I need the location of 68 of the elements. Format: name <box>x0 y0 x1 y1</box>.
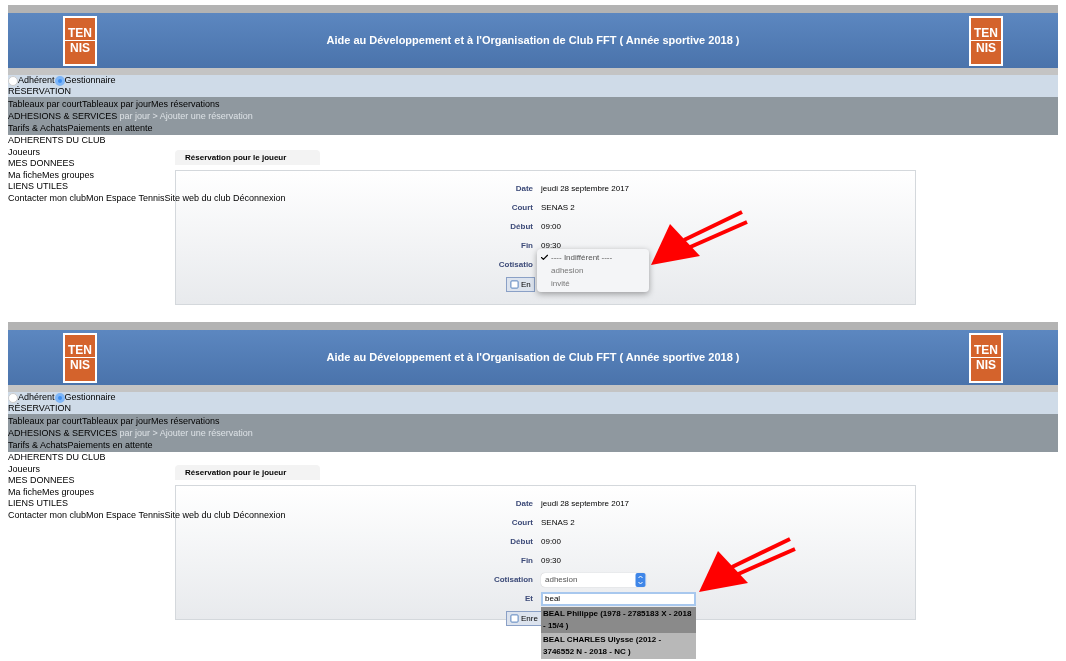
search-field[interactable]: beal <box>541 591 696 606</box>
field-label: Cotisation <box>492 573 534 586</box>
menu-link-line[interactable]: Contacter mon clubMon Espace TennisSite web du club Déconnexion <box>8 192 286 204</box>
menu-heading: LIENS UTILES <box>8 181 69 193</box>
field-label: Date <box>514 182 534 195</box>
field-label: Fin <box>520 239 534 252</box>
radio-label: Adhérent <box>18 75 55 86</box>
stepper-icon <box>635 572 646 587</box>
menu-heading: ADHERENTS DU CLUB <box>8 135 106 147</box>
field-value: SENAS 2 <box>541 201 575 214</box>
menu-option[interactable]: invité <box>537 277 649 290</box>
header-title: Aide au Développement et à l'Organisation de Club FFT ( Année sportive 2018 ) <box>326 350 740 366</box>
tennis-logo: TEN NIS <box>63 332 97 383</box>
radio-button[interactable] <box>54 392 65 403</box>
tennis-logo: TEN NIS <box>969 332 1003 383</box>
menu-link-line[interactable]: Joueurs <box>8 146 41 158</box>
breadcrumb: par jour > Ajouter une réservation <box>118 427 253 439</box>
field-value: 09:30 <box>541 554 562 567</box>
field-label: Début <box>509 220 534 233</box>
breadcrumb: par jour > Ajouter une réservation <box>118 110 253 122</box>
menu-link-line[interactable]: Tableaux par courtTableaux par jourMes réservations <box>8 98 1058 110</box>
select-field[interactable]: adhesion <box>541 572 646 587</box>
tennis-logo: TEN NIS <box>969 15 1003 66</box>
check-icon <box>539 253 549 262</box>
radio-button[interactable] <box>8 75 18 86</box>
radio-label: Adhérent <box>18 392 55 403</box>
field-value: jeudi 28 septembre 2017 <box>541 182 630 195</box>
menu-option[interactable]: adhesion <box>537 264 649 277</box>
menu-heading: RÉSERVATION <box>8 403 72 414</box>
field-label: Court <box>510 201 534 214</box>
field-value: SENAS 2 <box>541 516 575 529</box>
save-button[interactable]: Enre <box>506 611 542 626</box>
radio-label: Gestionnaire <box>64 392 116 403</box>
menu-heading: ADHESIONS & SERVICES <box>8 110 118 122</box>
header-title: Aide au Développement et à l'Organisation de Club FFT ( Année sportive 2018 ) <box>326 33 740 49</box>
suggestion-item[interactable]: BEAL Philippe (1978 - 2785183 X - 2018 - 15/4 ) <box>541 606 696 633</box>
radio-button[interactable] <box>8 392 18 403</box>
field-label: Et <box>524 592 534 605</box>
menu-heading: ADHERENTS DU CLUB <box>8 452 106 464</box>
menu-link-line[interactable]: Tarifs & AchatsPaiements en attente <box>8 122 1058 134</box>
menu-link-line[interactable]: Contacter mon clubMon Espace TennisSite web du club Déconnexion <box>8 509 286 521</box>
save-button[interactable]: En <box>506 277 535 292</box>
menu-link-line[interactable]: Ma ficheMes groupes <box>8 486 95 498</box>
field-value: 09:00 <box>541 220 562 233</box>
menu-link-line[interactable]: Tableaux par courtTableaux par jourMes réservations <box>8 415 1058 427</box>
field-value: jeudi 28 septembre 2017 <box>541 497 630 510</box>
document-icon <box>510 614 519 623</box>
radio-label: Gestionnaire <box>64 75 116 86</box>
tennis-logo: TEN NIS <box>63 15 97 66</box>
menu-heading: MES DONNEES <box>8 158 75 170</box>
field-label: Court <box>510 516 534 529</box>
field-value: 09:00 <box>541 535 562 548</box>
field-label: Cotisatio <box>497 258 534 271</box>
menu-heading: ADHESIONS & SERVICES <box>8 427 118 439</box>
menu-heading: LIENS UTILES <box>8 498 69 510</box>
menu-option[interactable]: ---- Indifférent ---- <box>537 251 649 264</box>
menu-link-line[interactable]: Tarifs & AchatsPaiements en attente <box>8 439 1058 451</box>
document-icon <box>510 280 519 289</box>
field-value: 09:30 <box>541 239 562 252</box>
menu-link-line[interactable]: Joueurs <box>8 463 41 475</box>
field-label: Date <box>514 497 534 510</box>
radio-button[interactable] <box>54 75 65 86</box>
field-label: Fin <box>520 554 534 567</box>
suggestion-item[interactable]: BEAL CHARLES Ulysse (2012 - 3746552 N - 2018 - NC ) <box>541 632 696 659</box>
menu-link-line[interactable]: Ma ficheMes groupes <box>8 169 95 181</box>
menu-heading: MES DONNEES <box>8 475 75 487</box>
menu-heading: RÉSERVATION <box>8 86 72 97</box>
field-label: Début <box>509 535 534 548</box>
